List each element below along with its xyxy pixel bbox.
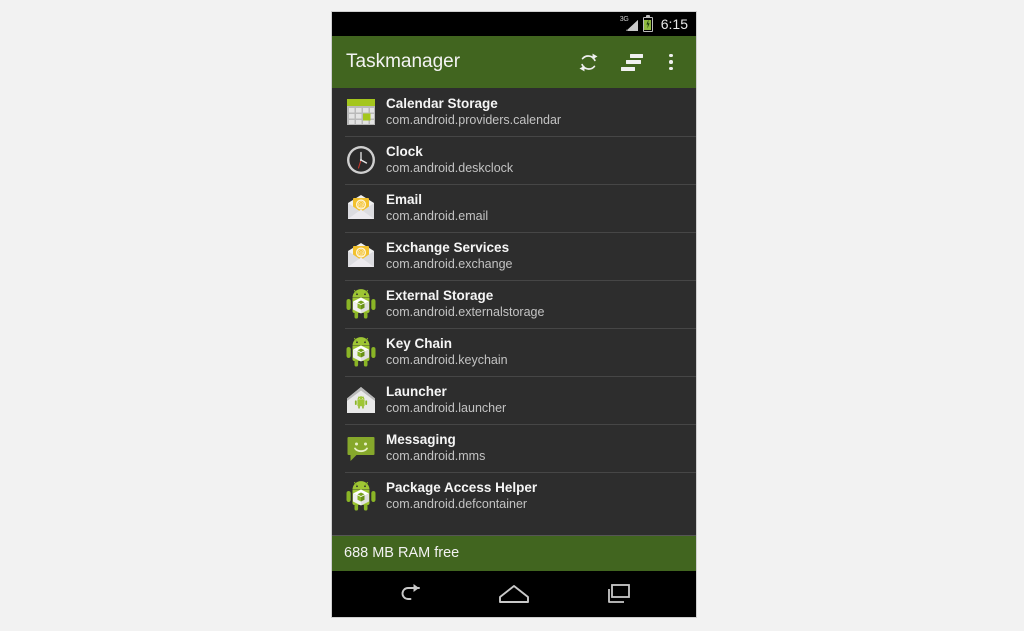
list-item-package: com.android.launcher [386, 401, 507, 415]
back-button[interactable] [381, 574, 437, 614]
list-item-text: Email com.android.email [386, 192, 488, 224]
sort-icon [621, 53, 643, 71]
list-item-package: com.android.providers.calendar [386, 113, 562, 127]
list-item-package: com.android.keychain [386, 353, 508, 367]
list-item-text: Package Access Helper com.android.defcon… [386, 480, 537, 512]
list-item[interactable]: Clock com.android.deskclock [332, 136, 696, 184]
list-item-title: Exchange Services [386, 240, 510, 255]
list-item-title: Launcher [386, 384, 447, 399]
overflow-menu-button[interactable] [656, 39, 686, 85]
refresh-icon [578, 53, 598, 71]
list-item-text: Launcher com.android.launcher [386, 384, 506, 416]
list-item-text: Exchange Services com.android.exchange [386, 240, 512, 272]
list-item[interactable]: Package Access Helper com.android.defcon… [332, 472, 696, 520]
list-item-package: com.android.exchange [386, 257, 513, 271]
list-item-package: com.android.externalstorage [386, 305, 545, 319]
list-item[interactable]: @ Email com.android.email [332, 184, 696, 232]
phone-frame: 3G 6:15 Taskmanager Calendar Storage com… [332, 12, 696, 617]
signal-bars [625, 19, 638, 31]
list-item-package: com.android.mms [386, 449, 486, 463]
email-icon-glyph: @ [348, 243, 374, 267]
list-item-text: External Storage com.android.externalsto… [386, 288, 544, 320]
list-item-title: External Storage [386, 288, 494, 303]
recents-button[interactable] [591, 574, 647, 614]
status-bar-clock: 6:15 [660, 16, 688, 32]
list-item-title: Calendar Storage [386, 96, 498, 111]
battery-icon [642, 14, 653, 32]
sort-button[interactable] [612, 39, 652, 85]
app-title: Taskmanager [346, 51, 461, 72]
app-list[interactable]: Calendar Storage com.android.providers.c… [332, 88, 696, 535]
list-item[interactable]: @ Exchange Services com.android.exchange [332, 232, 696, 280]
list-item[interactable]: Messaging com.android.mms [332, 424, 696, 472]
calendar-icon [345, 96, 377, 128]
clock-icon [345, 144, 377, 176]
message-bubble-icon-glyph [347, 437, 375, 461]
list-item-text: Messaging com.android.mms [386, 432, 485, 464]
battery-charging-bolt [646, 19, 650, 29]
ram-status-bar: 688 MB RAM free [332, 535, 696, 571]
status-bar-icons: 3G 6:15 [620, 14, 688, 32]
list-item[interactable]: Key Chain com.android.keychain [332, 328, 696, 376]
android-package-icon-glyph [346, 481, 376, 511]
home-icon [499, 585, 529, 603]
list-item-text: Clock com.android.deskclock [386, 144, 513, 176]
list-item-text: Key Chain com.android.keychain [386, 336, 508, 368]
ram-free-label: 688 MB RAM free [344, 545, 460, 561]
list-item-package: com.android.email [386, 209, 489, 223]
android-package-icon [345, 336, 377, 368]
home-button[interactable] [486, 574, 542, 614]
list-item-package: com.android.deskclock [386, 161, 514, 175]
system-navigation-bar [332, 571, 696, 617]
list-item[interactable]: Launcher com.android.launcher [332, 376, 696, 424]
home-android-icon [345, 384, 377, 416]
message-bubble-icon [345, 432, 377, 464]
email-icon: @ [345, 240, 377, 272]
email-icon: @ [345, 192, 377, 224]
recents-icon [608, 584, 631, 603]
list-item-text: Calendar Storage com.android.providers.c… [386, 96, 561, 128]
signal-icon: 3G [620, 16, 638, 32]
list-item[interactable]: Calendar Storage com.android.providers.c… [332, 88, 696, 136]
svg-text:@: @ [358, 201, 365, 209]
android-package-icon [345, 288, 377, 320]
email-icon-glyph: @ [348, 195, 374, 219]
list-item-title: Key Chain [386, 336, 453, 351]
app-bar: Taskmanager [332, 36, 696, 88]
list-item-title: Clock [386, 144, 423, 159]
back-arrow-icon [401, 584, 420, 600]
android-package-icon [345, 480, 377, 512]
home-android-icon-glyph [347, 387, 375, 413]
list-item-title: Messaging [386, 432, 456, 447]
list-item-title: Email [386, 192, 423, 207]
more-vertical-icon [669, 53, 673, 71]
android-package-icon-glyph [346, 337, 376, 367]
app-bar-actions [568, 39, 686, 85]
status-bar: 3G 6:15 [332, 12, 696, 36]
list-item-package: com.android.defcontainer [386, 497, 528, 511]
android-package-icon-glyph [346, 289, 376, 319]
page-root: 3G 6:15 Taskmanager Calendar Storage com… [0, 0, 1024, 631]
svg-text:@: @ [358, 249, 365, 257]
list-item[interactable]: External Storage com.android.externalsto… [332, 280, 696, 328]
list-item-title: Package Access Helper [386, 480, 538, 495]
refresh-button[interactable] [568, 39, 608, 85]
calendar-icon-glyph [347, 99, 375, 125]
clock-icon-glyph [347, 146, 375, 174]
